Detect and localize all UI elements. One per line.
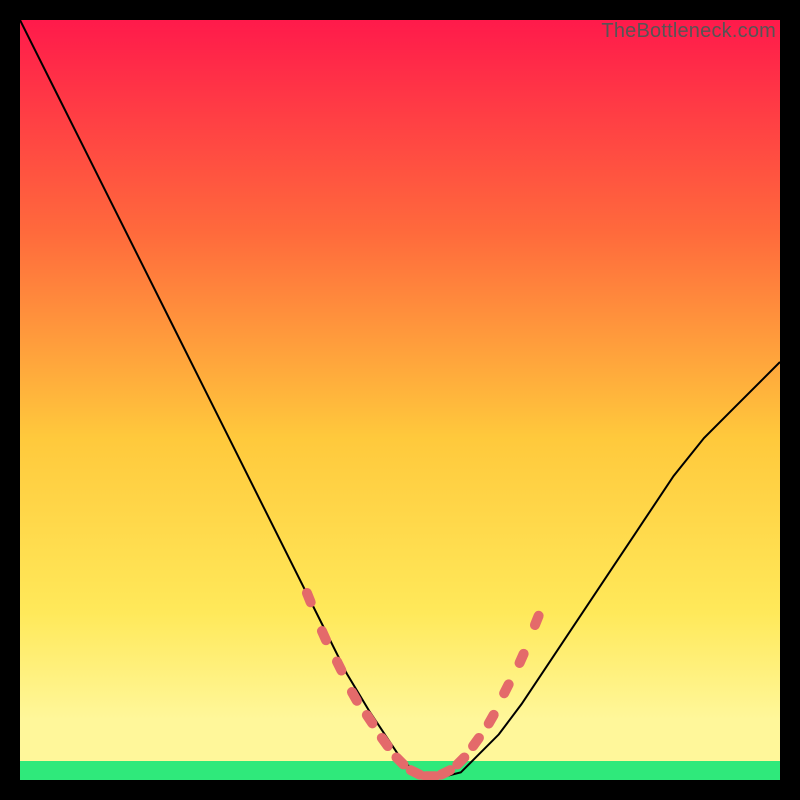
chart-frame: TheBottleneck.com xyxy=(20,20,780,780)
chart-svg xyxy=(20,20,780,780)
gradient-background xyxy=(20,20,780,780)
watermark-text: TheBottleneck.com xyxy=(601,20,776,43)
